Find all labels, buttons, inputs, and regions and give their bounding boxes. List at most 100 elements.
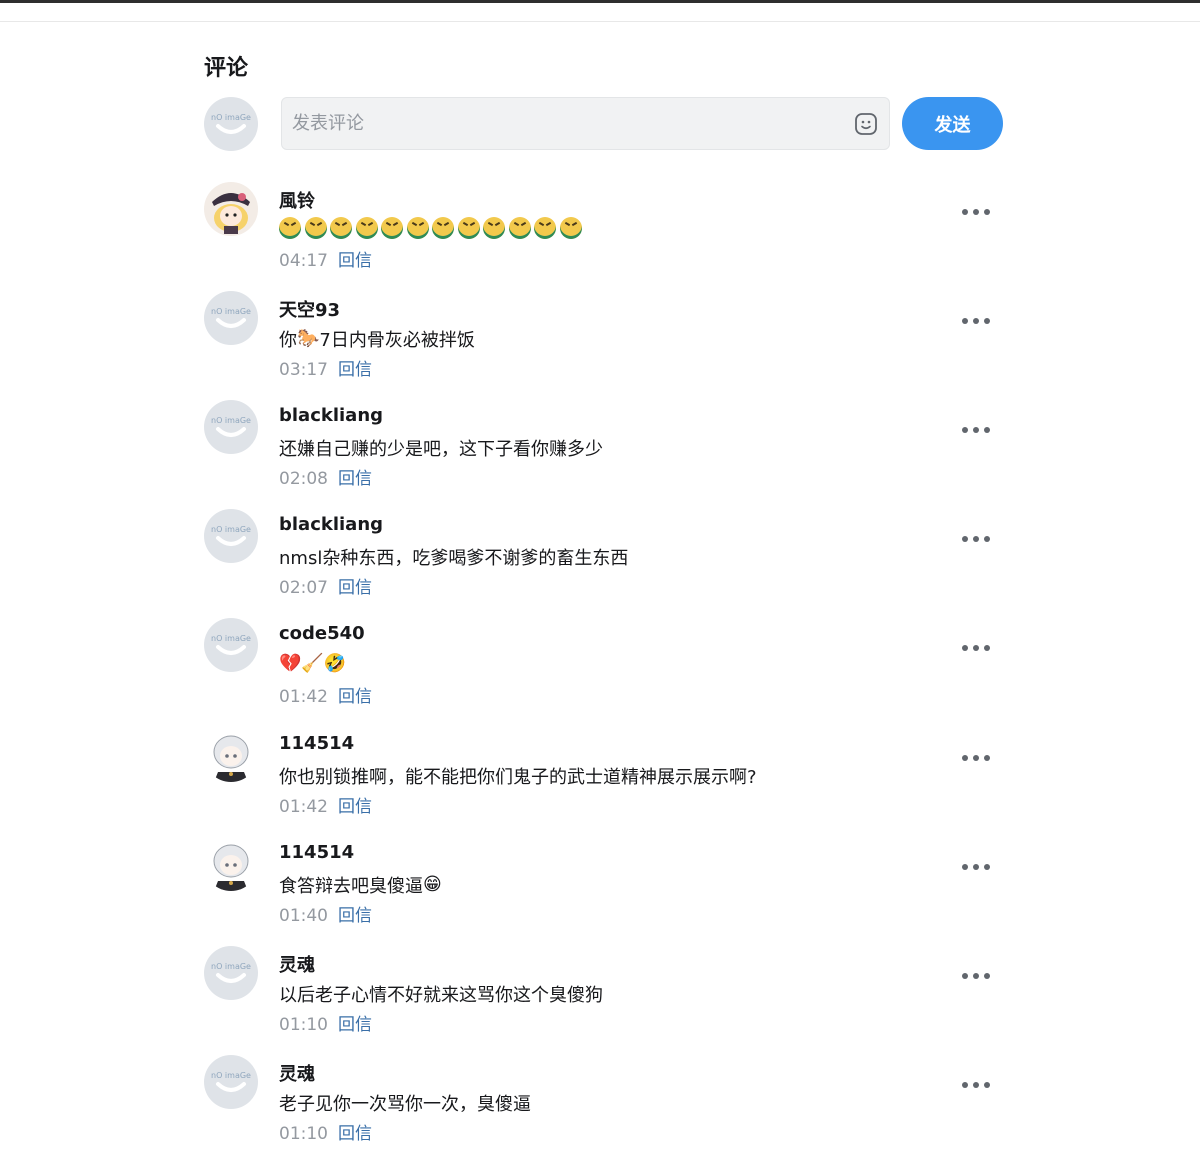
horse-icon: 🐎 bbox=[297, 328, 320, 349]
comment-meta: 01:10 回信 bbox=[279, 1119, 372, 1144]
comment-input[interactable] bbox=[282, 98, 852, 149]
dot bbox=[973, 318, 979, 324]
sick-face-emoji-icon bbox=[432, 217, 454, 239]
user-avatar[interactable]: nO imaGe bbox=[204, 400, 258, 454]
comment-item: nO imaGe 灵魂 以后老子心情不好就来这骂你这个臭傻狗 01:10 回信 bbox=[0, 946, 1200, 1046]
sick-face-emoji-icon bbox=[330, 217, 352, 239]
comment-text: 你也别锁推啊，能不能把你们鬼子的武士道精神展示展示啊? bbox=[279, 767, 757, 788]
svg-text:nO imaGe: nO imaGe bbox=[211, 1071, 251, 1080]
sick-face-emoji-icon bbox=[483, 217, 505, 239]
svg-text:nO imaGe: nO imaGe bbox=[211, 113, 251, 122]
username[interactable]: 灵魂 bbox=[279, 1060, 315, 1086]
dot bbox=[962, 209, 968, 215]
dot bbox=[984, 645, 990, 651]
more-options-icon[interactable] bbox=[962, 426, 990, 434]
dot bbox=[973, 427, 979, 433]
sick-face-emoji-icon bbox=[279, 217, 301, 239]
user-avatar[interactable]: nO imaGe bbox=[204, 1055, 258, 1109]
sick-face-emoji-icon bbox=[355, 217, 378, 239]
dot bbox=[962, 864, 968, 870]
comment-text-part: 食答辩去吧臭傻逼 bbox=[279, 876, 423, 897]
user-avatar[interactable]: nO imaGe bbox=[204, 618, 258, 672]
username[interactable]: blackliang bbox=[279, 514, 383, 535]
username[interactable]: 風铃 bbox=[279, 187, 315, 213]
comment-item: nO imaGe code540 💔 🧹 🤣 01:42 回信 bbox=[0, 618, 1200, 718]
dot bbox=[973, 864, 979, 870]
dot bbox=[984, 755, 990, 761]
timestamp: 01:40 bbox=[279, 906, 328, 926]
dot bbox=[962, 536, 968, 542]
comment-text: 食答辩去吧臭傻逼 😁 bbox=[279, 872, 442, 898]
username[interactable]: 114514 bbox=[279, 733, 354, 754]
reply-link[interactable]: 回信 bbox=[338, 360, 372, 380]
dot bbox=[962, 427, 968, 433]
user-avatar[interactable]: nO imaGe bbox=[204, 509, 258, 563]
timestamp: 04:17 bbox=[279, 251, 328, 271]
sick-face-emoji-icon bbox=[534, 217, 556, 239]
user-avatar[interactable]: nO imaGe bbox=[204, 291, 258, 345]
dot bbox=[973, 645, 979, 651]
svg-text:nO imaGe: nO imaGe bbox=[211, 962, 251, 971]
username[interactable]: code540 bbox=[279, 623, 365, 644]
username[interactable]: blackliang bbox=[279, 405, 383, 426]
reply-link[interactable]: 回信 bbox=[338, 578, 372, 598]
comment-meta: 04:17 回信 bbox=[279, 246, 372, 271]
username[interactable]: 天空93 bbox=[279, 296, 340, 322]
dot bbox=[973, 755, 979, 761]
dot bbox=[984, 864, 990, 870]
more-options-icon[interactable] bbox=[962, 863, 990, 871]
reply-link[interactable]: 回信 bbox=[338, 469, 372, 489]
more-options-icon[interactable] bbox=[962, 972, 990, 980]
comment-meta: 01:42 回信 bbox=[279, 682, 372, 707]
dot bbox=[973, 536, 979, 542]
user-avatar[interactable] bbox=[204, 728, 258, 782]
comment-text: 还嫌自己赚的少是吧，这下子看你赚多少 bbox=[279, 439, 603, 460]
more-options-icon[interactable] bbox=[962, 1081, 990, 1089]
reply-link[interactable]: 回信 bbox=[338, 906, 372, 926]
send-button[interactable]: 发送 bbox=[902, 97, 1003, 150]
reply-link[interactable]: 回信 bbox=[338, 251, 372, 271]
svg-text:nO imaGe: nO imaGe bbox=[211, 307, 251, 316]
dot bbox=[984, 973, 990, 979]
timestamp: 01:42 bbox=[279, 687, 328, 707]
current-user-avatar[interactable]: nO imaGe bbox=[204, 97, 258, 151]
username[interactable]: 114514 bbox=[279, 842, 354, 863]
comment-meta: 01:42 回信 bbox=[279, 792, 372, 817]
comment-text bbox=[279, 217, 585, 239]
username[interactable]: 灵魂 bbox=[279, 951, 315, 977]
dot bbox=[984, 209, 990, 215]
broom-icon: 🧹 bbox=[301, 653, 324, 674]
dot bbox=[984, 536, 990, 542]
svg-text:nO imaGe: nO imaGe bbox=[211, 525, 251, 534]
dot bbox=[962, 973, 968, 979]
reply-link[interactable]: 回信 bbox=[338, 687, 372, 707]
more-options-icon[interactable] bbox=[962, 317, 990, 325]
reply-link[interactable]: 回信 bbox=[338, 1015, 372, 1035]
more-options-icon[interactable] bbox=[962, 644, 990, 652]
dot bbox=[973, 1082, 979, 1088]
user-avatar[interactable] bbox=[204, 182, 258, 236]
comment-input-box[interactable] bbox=[281, 97, 890, 150]
timestamp: 01:42 bbox=[279, 797, 328, 817]
comment-meta: 01:40 回信 bbox=[279, 901, 372, 926]
header-divider bbox=[0, 21, 1200, 22]
user-avatar[interactable] bbox=[204, 837, 258, 891]
reply-link[interactable]: 回信 bbox=[338, 1124, 372, 1144]
more-options-icon[interactable] bbox=[962, 535, 990, 543]
more-options-icon[interactable] bbox=[962, 208, 990, 216]
comment-meta: 02:07 回信 bbox=[279, 573, 372, 598]
sick-face-emoji-icon bbox=[381, 217, 403, 239]
timestamp: 01:10 bbox=[279, 1124, 328, 1144]
comment-meta: 01:10 回信 bbox=[279, 1010, 372, 1035]
reply-link[interactable]: 回信 bbox=[338, 797, 372, 817]
user-avatar[interactable]: nO imaGe bbox=[204, 946, 258, 1000]
dot bbox=[973, 973, 979, 979]
smiley-icon[interactable] bbox=[854, 112, 878, 136]
comment-item: 114514 你也别锁推啊，能不能把你们鬼子的武士道精神展示展示啊? 01:42 回信 bbox=[0, 728, 1200, 828]
grinning-face-icon: 😁 bbox=[423, 874, 442, 895]
sick-face-emoji-icon bbox=[508, 217, 531, 239]
comment-text: 你 🐎 7日内骨灰必被拌饭 bbox=[279, 326, 475, 352]
dot bbox=[962, 1082, 968, 1088]
more-options-icon[interactable] bbox=[962, 754, 990, 762]
laughing-face-icon: 🤣 bbox=[323, 653, 347, 674]
